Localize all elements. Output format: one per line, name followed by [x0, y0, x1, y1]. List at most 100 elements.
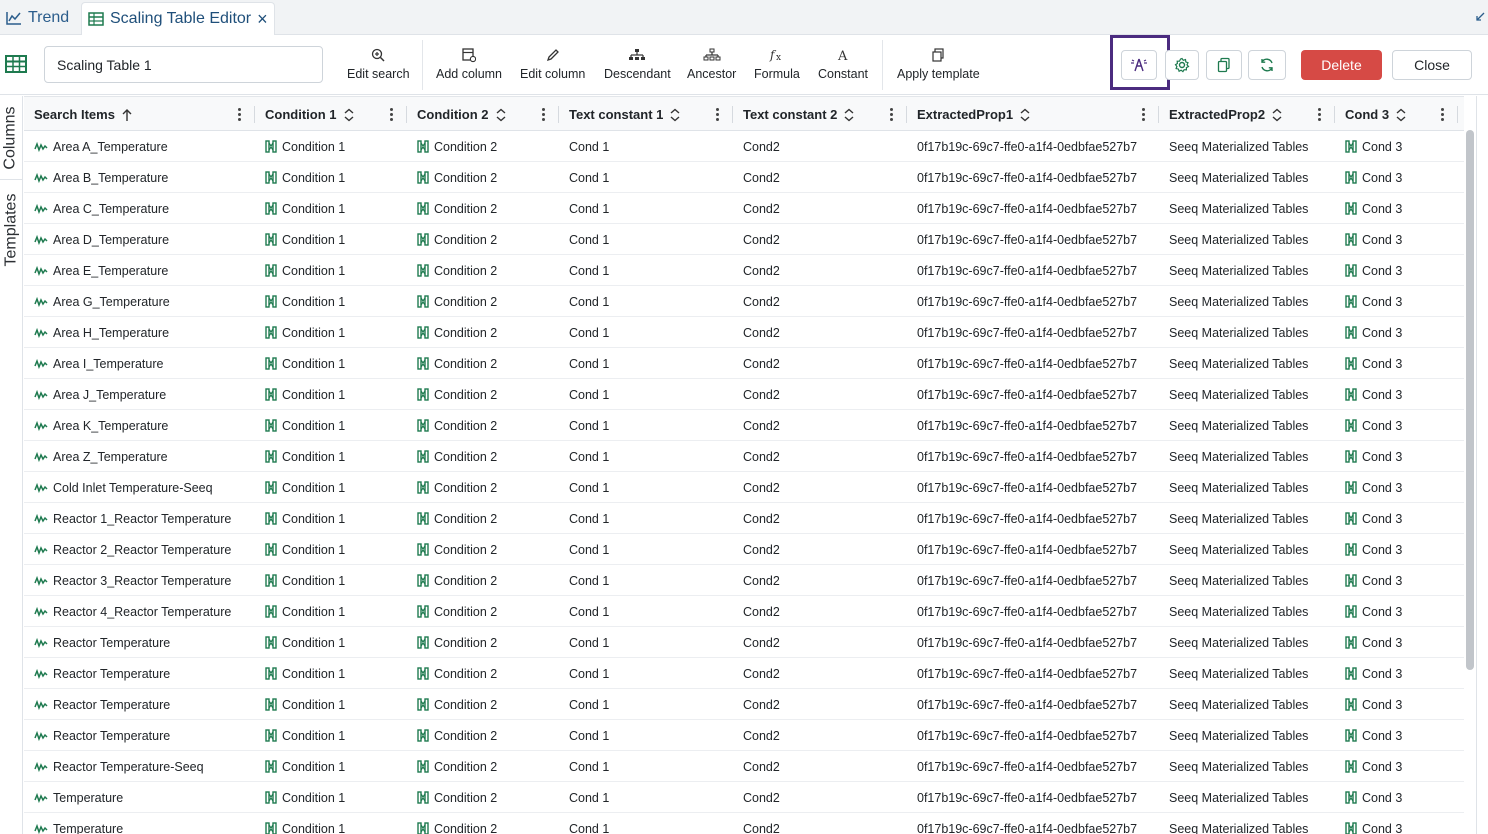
- ancestor-button[interactable]: Ancestor: [687, 45, 736, 85]
- ai-assistant-button[interactable]: [1121, 50, 1157, 80]
- sort-toggle-icon[interactable]: [669, 108, 681, 122]
- column-divider[interactable]: [254, 106, 255, 123]
- delete-button[interactable]: Delete: [1301, 50, 1382, 80]
- tab-trend[interactable]: Trend: [6, 3, 69, 33]
- table-cell[interactable]: Area I_Temperature: [24, 348, 255, 379]
- table-row[interactable]: Area D_Temperature Condition 1 Condition 2…: [24, 224, 1464, 255]
- table-row[interactable]: Area Z_Temperature Condition 1 Condition 2…: [24, 441, 1464, 472]
- table-row[interactable]: Area I_Temperature Condition 1 Condition 2…: [24, 348, 1464, 379]
- table-cell[interactable]: Reactor 4_Reactor Temperature: [24, 596, 255, 627]
- close-tab-icon[interactable]: ×: [257, 10, 268, 28]
- sort-ascending-icon[interactable]: [121, 108, 133, 122]
- sort-toggle-icon[interactable]: [1271, 108, 1283, 122]
- table-row[interactable]: Area G_Temperature Condition 1 Condition 2…: [24, 286, 1464, 317]
- table-row[interactable]: Reactor Temperature Condition 1 Condition …: [24, 627, 1464, 658]
- edit-column-button[interactable]: Edit column: [520, 45, 585, 85]
- column-header[interactable]: Cond 3: [1335, 97, 1458, 132]
- column-menu-icon[interactable]: [383, 106, 399, 122]
- templates-panel-tab[interactable]: Templates: [0, 182, 22, 278]
- column-divider[interactable]: [1158, 106, 1159, 123]
- table-row[interactable]: Area A_Temperature Condition 1 Condition 2…: [24, 131, 1464, 162]
- column-visibility-panel-tab[interactable]: [1476, 96, 1488, 834]
- table-cell[interactable]: Temperature: [24, 782, 255, 813]
- table-name-input[interactable]: [44, 46, 323, 83]
- table-row[interactable]: Area K_Temperature Condition 1 Condition 2…: [24, 410, 1464, 441]
- table-cell[interactable]: Reactor Temperature: [24, 627, 255, 658]
- column-divider[interactable]: [406, 106, 407, 123]
- close-button[interactable]: Close: [1392, 50, 1472, 80]
- table-cell[interactable]: Temperature: [24, 813, 255, 834]
- edit-search-button[interactable]: Edit search: [347, 45, 410, 85]
- table-row[interactable]: Area E_Temperature Condition 1 Condition 2…: [24, 255, 1464, 286]
- table-row[interactable]: Reactor Temperature Condition 1 Condition …: [24, 720, 1464, 751]
- table-row[interactable]: Area C_Temperature Condition 1 Condition 2…: [24, 193, 1464, 224]
- table-cell[interactable]: Reactor 3_Reactor Temperature: [24, 565, 255, 596]
- refresh-button[interactable]: [1248, 50, 1286, 80]
- table-row[interactable]: Reactor 4_Reactor Temperature Condition 1…: [24, 596, 1464, 627]
- column-divider[interactable]: [732, 106, 733, 123]
- table-cell[interactable]: Area E_Temperature: [24, 255, 255, 286]
- table-cell[interactable]: Reactor Temperature: [24, 658, 255, 689]
- table-cell[interactable]: Area J_Temperature: [24, 379, 255, 410]
- table-cell[interactable]: Area C_Temperature: [24, 193, 255, 224]
- collapse-arrow-icon[interactable]: [1475, 12, 1485, 22]
- sort-toggle-icon[interactable]: [1019, 108, 1031, 122]
- column-header[interactable]: ExtractedProp1: [907, 97, 1159, 132]
- table-cell[interactable]: Area B_Temperature: [24, 162, 255, 193]
- table-cell[interactable]: Area A_Temperature: [24, 131, 255, 162]
- descendant-button[interactable]: Descendant: [604, 45, 671, 85]
- column-divider[interactable]: [906, 106, 907, 123]
- table-row[interactable]: Temperature Condition 1 Condition 2 Cond 1 C…: [24, 813, 1464, 834]
- table-row[interactable]: Temperature Condition 1 Condition 2 Cond 1 C…: [24, 782, 1464, 813]
- column-header[interactable]: Condition 2: [407, 97, 559, 132]
- sort-toggle-icon[interactable]: [1395, 108, 1407, 122]
- column-menu-icon[interactable]: [535, 106, 551, 122]
- table-row[interactable]: Reactor 3_Reactor Temperature Condition 1…: [24, 565, 1464, 596]
- column-header[interactable]: Search Items: [24, 97, 255, 132]
- settings-button[interactable]: [1165, 50, 1199, 80]
- constant-button[interactable]: A Constant: [818, 45, 868, 85]
- table-row[interactable]: Area J_Temperature Condition 1 Condition 2…: [24, 379, 1464, 410]
- table-cell[interactable]: Cold Inlet Temperature-Seeq: [24, 472, 255, 503]
- vertical-scrollbar[interactable]: [1466, 130, 1474, 670]
- formula-button[interactable]: f x Formula: [754, 45, 800, 85]
- table-row[interactable]: Reactor Temperature Condition 1 Condition …: [24, 689, 1464, 720]
- table-cell[interactable]: Area D_Temperature: [24, 224, 255, 255]
- table-row[interactable]: Cold Inlet Temperature-Seeq Condition 1 Co…: [24, 472, 1464, 503]
- table-cell[interactable]: Reactor Temperature: [24, 689, 255, 720]
- table-row[interactable]: Reactor 2_Reactor Temperature Condition 1…: [24, 534, 1464, 565]
- column-header[interactable]: ExtractedProp2: [1159, 97, 1335, 132]
- table-row[interactable]: Reactor Temperature-Seeq Condition 1 Condi…: [24, 751, 1464, 782]
- column-menu-icon[interactable]: [1434, 106, 1450, 122]
- column-menu-icon[interactable]: [1135, 106, 1151, 122]
- table-cell[interactable]: Area H_Temperature: [24, 317, 255, 348]
- table-cell[interactable]: Area K_Temperature: [24, 410, 255, 441]
- column-header[interactable]: Text constant 2: [733, 97, 907, 132]
- table-row[interactable]: Reactor Temperature Condition 1 Condition …: [24, 658, 1464, 689]
- table-row[interactable]: Area H_Temperature Condition 1 Condition 2…: [24, 317, 1464, 348]
- table-cell[interactable]: Reactor 1_Reactor Temperature: [24, 503, 255, 534]
- column-divider[interactable]: [558, 106, 559, 123]
- sort-toggle-icon[interactable]: [495, 108, 507, 122]
- table-cell[interactable]: Area Z_Temperature: [24, 441, 255, 472]
- column-menu-icon[interactable]: [1311, 106, 1327, 122]
- sort-toggle-icon[interactable]: [843, 108, 855, 122]
- duplicate-button[interactable]: [1206, 50, 1242, 80]
- column-divider[interactable]: [1334, 106, 1335, 123]
- add-column-button[interactable]: Add column: [436, 45, 502, 85]
- columns-panel-tab[interactable]: Columns: [0, 96, 22, 180]
- column-menu-icon[interactable]: [231, 106, 247, 122]
- column-menu-icon[interactable]: [883, 106, 899, 122]
- table-cell[interactable]: Reactor Temperature-Seeq: [24, 751, 255, 782]
- table-cell[interactable]: Reactor Temperature: [24, 720, 255, 751]
- column-header[interactable]: Text constant 1: [559, 97, 733, 132]
- tab-scaling-table-editor[interactable]: Scaling Table Editor ×: [81, 2, 275, 35]
- table-cell[interactable]: Reactor 2_Reactor Temperature: [24, 534, 255, 565]
- table-row[interactable]: Reactor 1_Reactor Temperature Condition 1…: [24, 503, 1464, 534]
- column-divider[interactable]: [1457, 106, 1458, 123]
- table-row[interactable]: Area B_Temperature Condition 1 Condition 2…: [24, 162, 1464, 193]
- sort-toggle-icon[interactable]: [343, 108, 355, 122]
- column-header[interactable]: S: [1458, 97, 1464, 132]
- column-menu-icon[interactable]: [709, 106, 725, 122]
- column-header[interactable]: Condition 1: [255, 97, 407, 132]
